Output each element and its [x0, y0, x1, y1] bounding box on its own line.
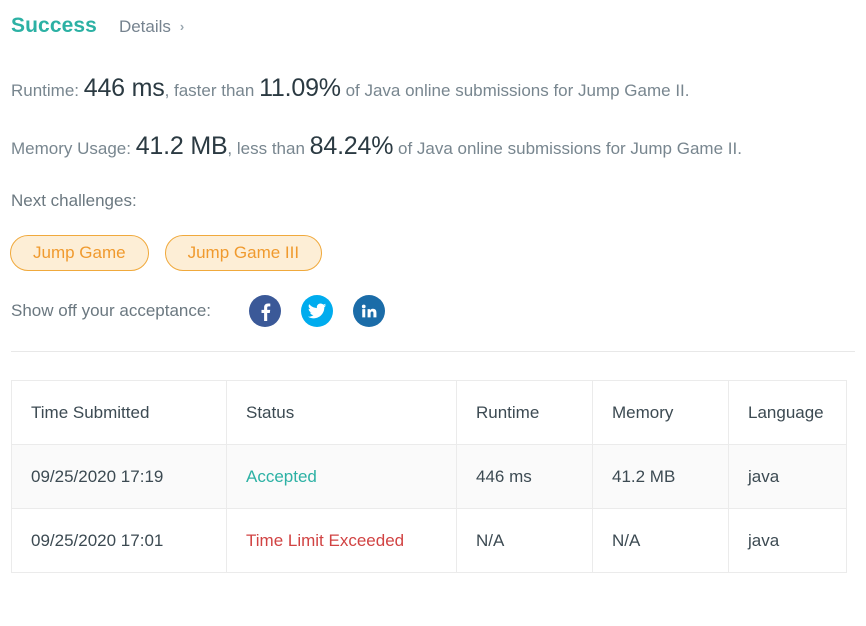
status-badge-accepted[interactable]: Accepted — [246, 467, 317, 486]
details-link-label: Details — [118, 17, 171, 36]
result-header: Success Details › — [11, 14, 184, 38]
runtime-value: 446 ms — [83, 74, 165, 102]
memory-label: Memory Usage: — [11, 139, 131, 158]
cell-time-submitted: 09/25/2020 17:19 — [11, 444, 227, 509]
submissions-table: Time Submitted Status Runtime Memory Lan… — [11, 380, 847, 573]
cell-status: Time Limit Exceeded — [226, 508, 457, 573]
table-header-row: Time Submitted Status Runtime Memory Lan… — [11, 380, 847, 445]
column-header-memory: Memory — [592, 380, 729, 445]
memory-stat-line: Memory Usage: 41.2 MB, less than 84.24% … — [11, 134, 742, 159]
runtime-suffix: of Java online submissions for Jump Game… — [345, 81, 690, 100]
page-title: Success — [11, 14, 97, 37]
column-header-status: Status — [226, 380, 457, 445]
submissions-table-head: Time Submitted Status Runtime Memory Lan… — [11, 380, 847, 445]
column-header-runtime: Runtime — [456, 380, 593, 445]
chevron-right-icon: › — [179, 19, 185, 34]
memory-value: 41.2 MB — [135, 132, 228, 160]
column-header-time-submitted: Time Submitted — [11, 380, 227, 445]
cell-memory: N/A — [592, 508, 729, 573]
challenge-chip-jump-game[interactable]: Jump Game — [10, 235, 149, 271]
runtime-percentile: 11.09% — [259, 74, 341, 102]
runtime-label: Runtime: — [11, 81, 80, 100]
challenge-chip-jump-game-iii[interactable]: Jump Game III — [164, 235, 323, 271]
runtime-comparator: , faster than — [164, 81, 255, 100]
twitter-icon[interactable] — [301, 295, 334, 327]
status-badge-time-limit-exceeded[interactable]: Time Limit Exceeded — [246, 531, 404, 550]
section-divider — [11, 351, 855, 352]
next-challenges-label: Next challenges: — [11, 191, 137, 210]
column-header-language: Language — [728, 380, 847, 445]
share-icon-group — [249, 295, 386, 327]
memory-percentile: 84.24% — [309, 132, 394, 160]
cell-time-submitted: 09/25/2020 17:01 — [11, 508, 227, 573]
cell-language: java — [728, 444, 847, 509]
memory-suffix: of Java online submissions for Jump Game… — [397, 139, 742, 158]
cell-memory: 41.2 MB — [592, 444, 729, 509]
next-challenges-list: Jump Game Jump Game III — [10, 235, 323, 271]
memory-comparator: , less than — [227, 139, 305, 158]
submissions-table-body: 09/25/2020 17:19 Accepted 446 ms 41.2 MB… — [11, 444, 847, 573]
cell-runtime: N/A — [456, 508, 593, 573]
cell-status: Accepted — [226, 444, 457, 509]
facebook-icon[interactable] — [249, 295, 282, 327]
table-row[interactable]: 09/25/2020 17:01 Time Limit Exceeded N/A… — [11, 508, 847, 573]
share-row: Show off your acceptance: — [11, 295, 386, 327]
cell-language: java — [728, 508, 847, 573]
details-link[interactable]: Details › — [119, 17, 184, 37]
share-label: Show off your acceptance: — [11, 301, 212, 320]
runtime-stat-line: Runtime: 446 ms, faster than 11.09% of J… — [11, 76, 690, 101]
table-row[interactable]: 09/25/2020 17:19 Accepted 446 ms 41.2 MB… — [11, 444, 847, 509]
linkedin-icon[interactable] — [353, 295, 386, 327]
submission-result-page: Success Details › Runtime: 446 ms, faste… — [0, 0, 866, 626]
cell-runtime: 446 ms — [456, 444, 593, 509]
